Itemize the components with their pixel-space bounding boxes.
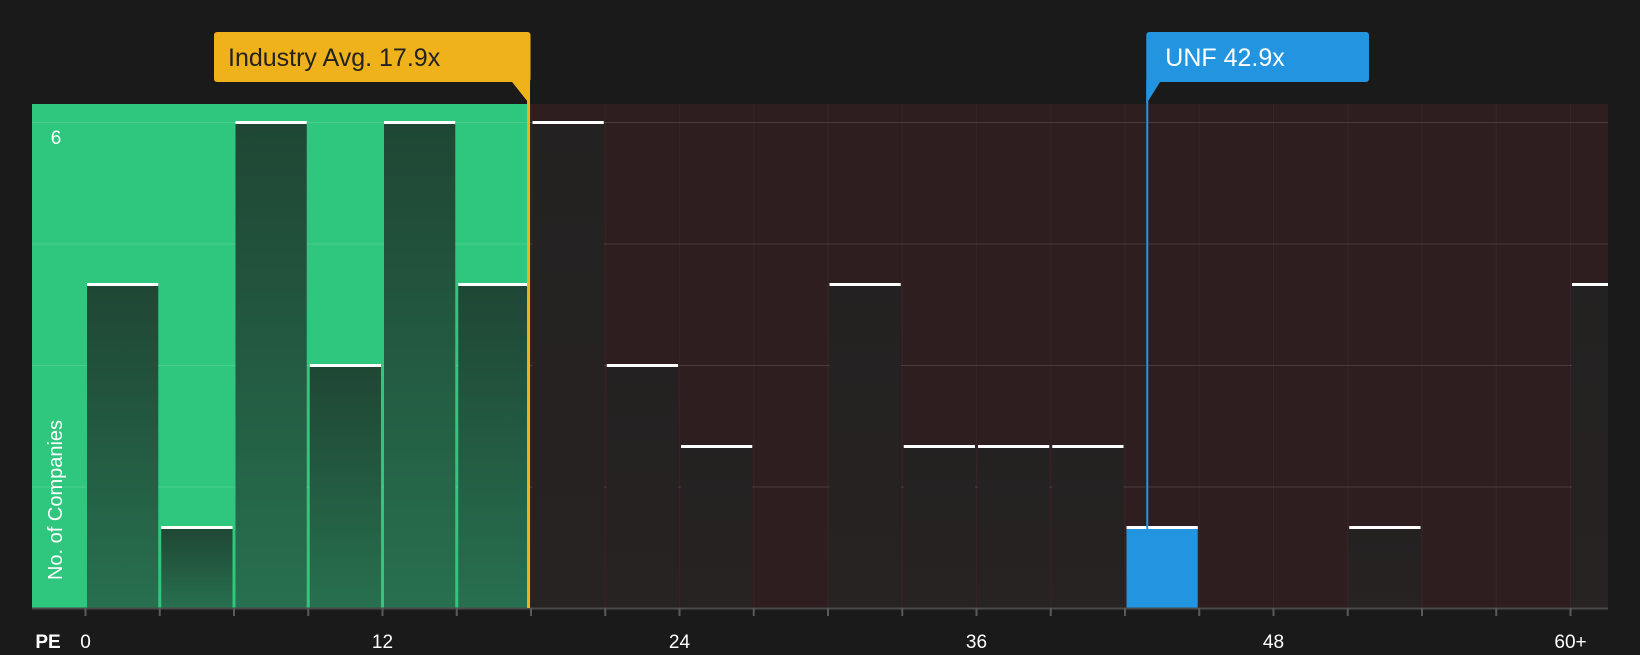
histogram-bar-cap <box>1052 445 1124 448</box>
histogram-bar <box>532 122 604 608</box>
x-tick-label: 48 <box>1263 632 1284 650</box>
histogram-bar-cap <box>829 283 901 286</box>
histogram-bar-cap <box>1349 526 1421 529</box>
histogram-bar <box>458 284 530 608</box>
x-tick-label: 36 <box>966 632 987 650</box>
histogram-bar-cap <box>606 364 678 367</box>
company-pe-callout-text: UNF 42.9x <box>1165 44 1285 72</box>
histogram-bar <box>606 365 678 608</box>
y-tick-label-max: 6 <box>51 128 62 149</box>
industry-average-pointer <box>510 80 530 104</box>
histogram-bar-cap <box>458 283 530 286</box>
histogram-bar-cap <box>681 445 753 448</box>
histogram-bar-cap <box>903 445 975 448</box>
histogram-bar <box>978 446 1050 608</box>
industry-average-label: Industry Avg. <box>228 44 372 72</box>
pe-distribution-chart: 0 12 24 36 48 60+ 6 No. of Companies PE Indus… <box>0 0 1640 653</box>
histogram-bar <box>1349 527 1421 608</box>
x-tick-label: 0 <box>80 632 91 650</box>
histogram-bar <box>1052 446 1124 608</box>
histogram-bar <box>829 284 901 608</box>
histogram-bar-cap <box>1126 526 1198 529</box>
histogram-bar-cap <box>161 526 233 529</box>
histogram-bar-cap <box>87 283 159 286</box>
histogram-bar-cap <box>309 364 381 367</box>
company-ticker: UNF <box>1165 44 1216 72</box>
histogram-bar <box>384 122 456 608</box>
industry-average-callout-text: Industry Avg. 17.9x <box>228 44 441 72</box>
histogram-bar <box>161 527 233 608</box>
industry-average-value: 17.9x <box>379 44 441 72</box>
company-pe-value: 42.9x <box>1224 44 1286 72</box>
company-pe-pointer <box>1146 80 1162 104</box>
y-axis-label: No. of Companies <box>45 420 67 580</box>
chart-svg: 0 12 24 36 48 60+ 6 No. of Companies PE Indus… <box>32 32 1608 653</box>
histogram-bar <box>1572 284 1608 608</box>
x-tick-label: 24 <box>669 632 691 650</box>
histogram-bar-cap <box>235 121 307 124</box>
histogram-bar <box>903 446 975 608</box>
histogram-bar <box>681 446 753 608</box>
x-axis-ticks: 0 12 24 36 48 60+ <box>80 608 1587 653</box>
x-tick-label: 12 <box>372 632 393 650</box>
histogram-bar <box>1126 527 1198 608</box>
histogram-bar-cap <box>532 121 604 124</box>
histogram-bar-cap <box>1572 283 1608 286</box>
histogram-bar-cap <box>384 121 456 124</box>
histogram-bar <box>87 284 159 608</box>
histogram-bar-cap <box>978 445 1050 448</box>
histogram-bar <box>235 122 307 608</box>
x-axis-label: PE <box>35 632 60 650</box>
histogram-bar <box>309 365 381 608</box>
x-tick-label: 60+ <box>1554 632 1586 650</box>
